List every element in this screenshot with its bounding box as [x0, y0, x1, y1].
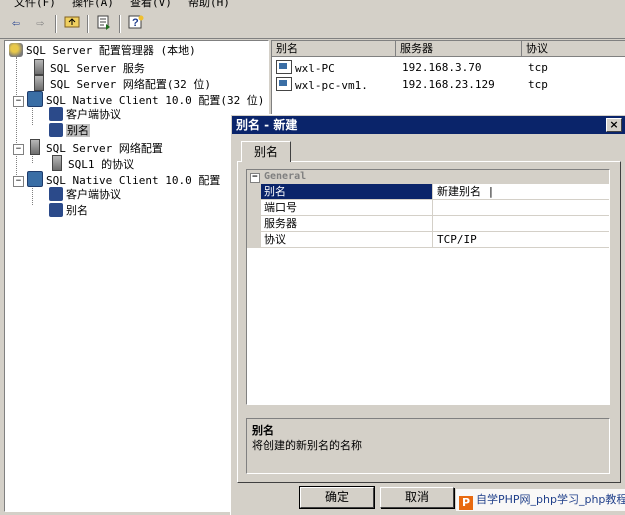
watermark: P 自学PHP网_php学习_php教程: [456, 489, 625, 511]
alias-icon: [276, 77, 292, 91]
list-row-alias[interactable]: wxl-pc-vm1.: [276, 77, 368, 93]
list-row-alias[interactable]: wxl-PC: [276, 60, 335, 76]
description-title: 别名: [252, 424, 274, 437]
property-row-port[interactable]: 端口号: [247, 200, 609, 216]
up-folder-icon[interactable]: [62, 14, 82, 34]
menu-action[interactable]: 操作(A): [72, 0, 114, 9]
toolbar-separator: [55, 15, 57, 33]
alias-icon: [276, 60, 292, 74]
alias-icon: [49, 123, 63, 137]
server-icon: [34, 59, 44, 75]
server-value-input[interactable]: [435, 216, 609, 231]
menu-file[interactable]: 文件(F): [14, 0, 56, 9]
toolbar: ⇦ ⇨ ?: [0, 10, 625, 39]
tab-alias[interactable]: 别名: [241, 141, 291, 162]
tree-item-label: SQL Server 服务: [50, 62, 145, 75]
toolbar-separator: [119, 15, 121, 33]
description-panel: 别名 将创建的新别名的名称: [246, 418, 610, 474]
menu-view[interactable]: 查看(V): [130, 0, 172, 9]
client-icon: [27, 91, 43, 107]
tree-root[interactable]: SQL Server 配置管理器 (本地): [9, 43, 196, 59]
tree-item-label: SQL Native Client 10.0 配置(32 位): [46, 94, 265, 107]
watermark-text: 自学PHP网_php学习_php教程: [476, 493, 625, 506]
property-grid: − General 别名 新建别名 | 端口号 服务器 协议 TCP/IP: [246, 169, 610, 405]
forward-arrow-icon[interactable]: ⇨: [30, 14, 50, 34]
alias-value-input[interactable]: 新建别名 |: [435, 184, 609, 199]
column-header-protocol[interactable]: 协议: [522, 41, 625, 57]
tree-item-client-protocols[interactable]: 客户端协议: [49, 187, 121, 203]
column-header-alias[interactable]: 别名: [272, 41, 396, 57]
cancel-button[interactable]: 取消: [380, 487, 454, 508]
alias-cell: wxl-PC: [295, 62, 335, 75]
protocol-icon: [52, 155, 62, 171]
collapse-toggle-icon[interactable]: −: [13, 176, 24, 187]
property-name: 别名: [261, 184, 433, 199]
alias-icon: [49, 203, 63, 217]
new-alias-dialog: 别名 - 新建 × 别名 −General 别名 新建别名 | 端口号 服务器: [230, 114, 625, 515]
tree-item-label: SQL Server 网络配置: [46, 142, 163, 155]
collapse-toggle-icon[interactable]: −: [13, 96, 24, 107]
category-general[interactable]: − General: [247, 170, 609, 184]
protocol-icon: [49, 107, 63, 121]
protocol-icon: [49, 187, 63, 201]
column-header-server[interactable]: 服务器: [396, 41, 522, 57]
description-text: 将创建的新别名的名称: [252, 439, 362, 452]
tree-item-network-config-32[interactable]: SQL Server 网络配置(32 位): [31, 75, 211, 91]
tree-item-native-client[interactable]: − SQL Native Client 10.0 配置: [13, 171, 220, 187]
tree-item-label: 客户端协议: [66, 188, 121, 201]
collapse-toggle-icon[interactable]: −: [250, 173, 260, 183]
tree-item-label: 别名: [66, 124, 90, 137]
tree-item-native-client-32[interactable]: − SQL Native Client 10.0 配置(32 位): [13, 91, 264, 107]
property-row-protocol[interactable]: 协议 TCP/IP: [247, 232, 609, 248]
tree-item-aliases-32[interactable]: 别名: [49, 123, 90, 139]
export-list-icon[interactable]: [94, 14, 114, 34]
tree-item-sql-server-services[interactable]: SQL Server 服务: [31, 59, 145, 75]
client-icon: [27, 171, 43, 187]
server-cell: 192.168.23.129: [402, 78, 495, 91]
tab-panel: − General 别名 新建别名 | 端口号 服务器 协议 TCP/IP 别名…: [237, 161, 621, 483]
close-icon[interactable]: ×: [606, 118, 622, 132]
dialog-title: 别名 - 新建: [236, 118, 298, 132]
ok-button[interactable]: 确定: [299, 486, 375, 509]
tree-root-label: SQL Server 配置管理器 (本地): [26, 44, 196, 57]
back-arrow-icon[interactable]: ⇦: [6, 14, 26, 34]
tree-item-network-config[interactable]: − SQL Server 网络配置: [13, 139, 163, 155]
alias-cell: wxl-pc-vm1.: [295, 79, 368, 92]
collapse-toggle-icon[interactable]: −: [13, 144, 24, 155]
tree-item-sql1-protocols[interactable]: SQL1 的协议: [49, 155, 134, 171]
property-row-server[interactable]: 服务器: [247, 216, 609, 232]
server-icon: [34, 75, 44, 91]
toolbar-separator: [87, 15, 89, 33]
config-manager-icon: [9, 43, 23, 57]
property-name: 协议: [261, 232, 433, 247]
category-label: General: [264, 171, 307, 182]
server-cell: 192.168.3.70: [402, 61, 482, 74]
protocol-cell: tcp: [528, 78, 548, 91]
help-icon[interactable]: ?: [126, 14, 146, 34]
tree-item-label: SQL Server 网络配置(32 位): [50, 78, 211, 91]
svg-text:?: ?: [132, 17, 139, 29]
tree-item-label: SQL1 的协议: [68, 158, 135, 171]
tree-item-aliases[interactable]: 别名: [49, 203, 88, 219]
menubar: 文件(F) 操作(A) 查看(V) 帮助(H): [0, 0, 625, 9]
protocol-cell: tcp: [528, 61, 548, 74]
property-row-alias[interactable]: 别名 新建别名 |: [247, 184, 609, 200]
port-value-input[interactable]: [435, 200, 609, 215]
watermark-logo-icon: P: [459, 496, 473, 510]
menu-help[interactable]: 帮助(H): [188, 0, 230, 9]
tree-item-client-protocols-32[interactable]: 客户端协议: [49, 107, 121, 123]
tree-item-label: 客户端协议: [66, 108, 121, 121]
server-icon: [30, 139, 40, 155]
dialog-titlebar[interactable]: 别名 - 新建 ×: [232, 116, 625, 134]
property-name: 端口号: [261, 200, 433, 215]
tree-item-label: 别名: [66, 204, 88, 217]
property-name: 服务器: [261, 216, 433, 231]
protocol-value-select[interactable]: TCP/IP: [435, 232, 609, 247]
tree-item-label: SQL Native Client 10.0 配置: [46, 174, 221, 187]
